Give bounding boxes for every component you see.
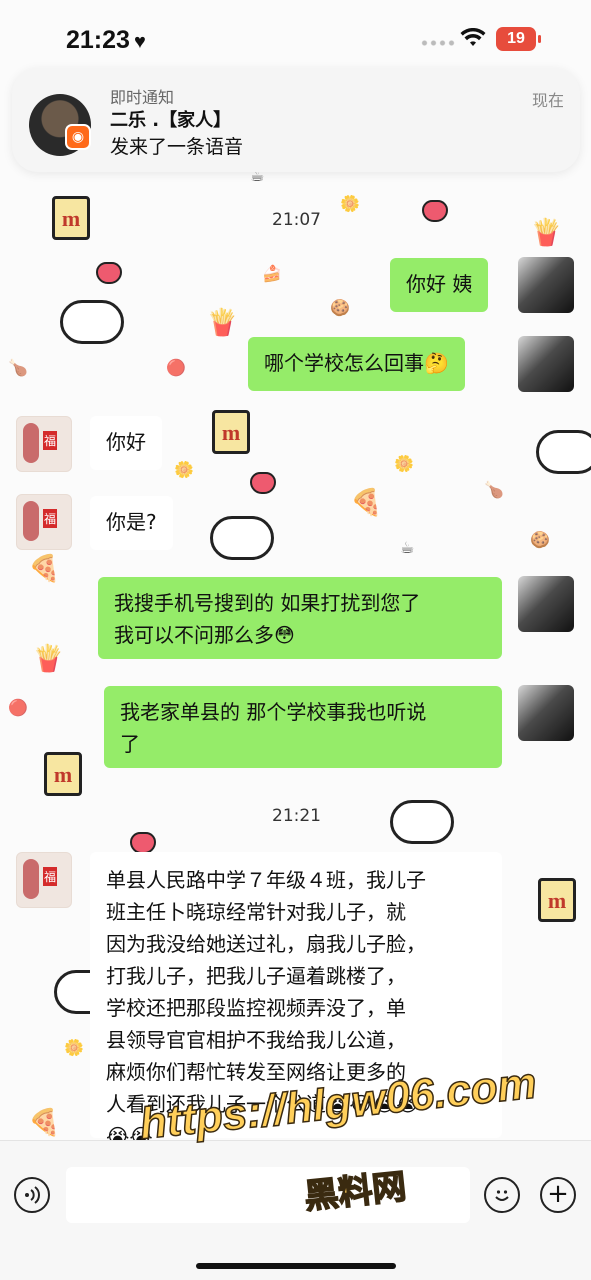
avatar[interactable] (518, 576, 574, 632)
bag-doodle: m (52, 196, 90, 240)
message-text: 单县人民路中学７年级４班，我儿子 (106, 868, 426, 892)
message-bubble[interactable]: 你好 姨 (390, 258, 489, 312)
battery-level: 19 (507, 30, 525, 47)
flower-doodle: 🌼 (64, 1038, 84, 1057)
heart-doodle (96, 262, 122, 284)
flower-doodle: 🌼 (174, 460, 194, 479)
message-text: 因为我没给她送过礼，扇我儿子脸， (106, 932, 426, 956)
cookie-doodle: 🍪 (530, 530, 550, 549)
cake-doodle: 🍰 (262, 264, 282, 283)
fries-doodle: 🍟 (206, 308, 239, 338)
flushed-emoji-icon: 😳 (274, 623, 295, 647)
heart-doodle (250, 472, 276, 494)
flower-doodle: 🌼 (340, 194, 360, 213)
wifi-icon (460, 27, 486, 54)
flower-doodle: 🌼 (394, 454, 414, 473)
message-text: 你好 姨 (406, 272, 473, 296)
message-bubble[interactable]: 你好 (90, 416, 162, 470)
avatar[interactable] (518, 336, 574, 392)
heart-doodle (130, 832, 156, 854)
message-text: 县领导官官相护不我给我儿公道， (106, 1028, 406, 1052)
pizza-doodle: 🍕 (350, 488, 383, 518)
drumstick-doodle: 🍗 (8, 358, 28, 377)
avatar[interactable] (16, 416, 72, 472)
message-text: 了 (120, 732, 140, 756)
avatar[interactable] (518, 685, 574, 741)
cup-doodle: ☕ (400, 538, 415, 557)
message-text: 我老家单县的 那个学校事我也听说 (120, 700, 427, 724)
voice-icon[interactable] (14, 1177, 50, 1213)
pizza-doodle: 🍕 (28, 554, 61, 584)
emoji-icon[interactable] (484, 1177, 520, 1213)
timestamp: 21:21 (272, 806, 321, 826)
clock: 21:23 ♥ (66, 26, 146, 54)
home-indicator[interactable] (196, 1263, 396, 1269)
drumstick-doodle: 🍗 (484, 480, 504, 499)
avatar[interactable] (16, 852, 72, 908)
cloud-doodle (536, 430, 591, 474)
heart-icon: ♥ (133, 31, 146, 53)
message-text: 我搜手机号搜到的 如果打扰到您了 (114, 591, 421, 615)
message-bubble[interactable]: 哪个学校怎么回事🤔 (248, 337, 465, 391)
notification-category: 即时通知 (110, 88, 175, 107)
avatar[interactable] (16, 494, 72, 550)
cloud-doodle (60, 300, 124, 344)
notification-sender: 二乐 .【家人】 (110, 110, 232, 131)
cloud-doodle (210, 516, 274, 560)
circle-doodle: 🔴 (166, 358, 186, 377)
avatar[interactable] (518, 257, 574, 313)
notification-time: 现在 (532, 91, 565, 110)
message-text: 我可以不问那么多 (114, 623, 274, 647)
message-bubble[interactable]: 我搜手机号搜到的 如果打扰到您了 我可以不问那么多😳 (98, 577, 502, 659)
battery-icon: 19 (496, 27, 541, 51)
heart-doodle (422, 200, 448, 222)
message-bubble[interactable]: 你是? (90, 496, 173, 550)
app-icon: ◉ (65, 124, 91, 150)
bag-doodle: m (538, 878, 576, 922)
status-bar: 21:23 ♥ 19 (0, 0, 591, 70)
message-text: 哪个学校怎么回事 (264, 351, 424, 375)
bag-doodle: m (212, 410, 250, 454)
cloud-doodle (390, 800, 454, 844)
message-input[interactable] (66, 1167, 470, 1223)
plus-icon[interactable]: + (540, 1177, 576, 1213)
notification-message: 发来了一条语音 (110, 136, 244, 158)
cookie-doodle: 🍪 (330, 298, 350, 317)
message-text: 你是? (106, 510, 157, 534)
bag-doodle: m (44, 752, 82, 796)
circle-doodle: 🔴 (8, 698, 28, 717)
thinking-emoji-icon: 🤔 (424, 351, 449, 375)
notification-banner[interactable]: ◉ 即时通知 二乐 .【家人】 发来了一条语音 现在 (12, 68, 580, 172)
fries-doodle: 🍟 (530, 218, 563, 248)
fries-doodle: 🍟 (32, 644, 65, 674)
pizza-doodle: 🍕 (28, 1108, 61, 1138)
message-text: 打我儿子，把我儿子逼着跳楼了， (106, 964, 406, 988)
timestamp: 21:07 (272, 210, 321, 230)
message-text: 学校还把那段监控视频弄没了，单 (106, 996, 406, 1020)
signal-dots-icon (420, 40, 456, 46)
input-bar: + (0, 1140, 591, 1280)
message-text: 班主任卜晓琼经常针对我儿子，就 (106, 900, 406, 924)
message-text: 你好 (106, 430, 146, 454)
message-bubble[interactable]: 我老家单县的 那个学校事我也听说 了 (104, 686, 502, 768)
